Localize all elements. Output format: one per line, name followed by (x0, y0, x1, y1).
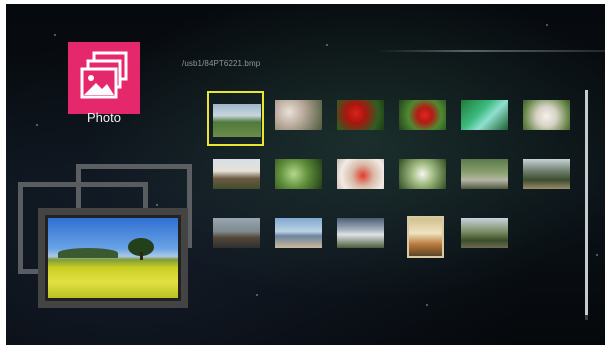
preview-image (48, 218, 178, 298)
photo-thumbnail[interactable] (395, 212, 450, 258)
photo-thumbnail[interactable] (519, 153, 574, 194)
photo-thumbnail[interactable] (333, 94, 388, 135)
thumbnail-image-red-strawberries (337, 100, 384, 130)
thumbnail-image-forest-path (461, 159, 508, 189)
background-star (326, 44, 328, 46)
thumbnail-image-cloudy-landscape (337, 218, 384, 248)
photo-thumbnail[interactable] (395, 153, 450, 194)
preview-hill (58, 248, 118, 258)
thumbnail-image-leafy-branch (275, 159, 322, 189)
photo-thumbnail[interactable] (333, 212, 388, 253)
background-star (36, 124, 38, 126)
photo-browser-screen: Photo /usb1/84PT6221.bmp (6, 4, 605, 345)
background-star (596, 254, 598, 256)
selected-photo-preview (18, 158, 192, 308)
scrollbar-track[interactable] (585, 90, 588, 320)
preview-tree-trunk (140, 252, 143, 260)
thumbnail-image-old-house (213, 159, 260, 189)
header-divider (376, 50, 605, 52)
photo-thumbnail[interactable] (209, 212, 264, 253)
photo-thumbnail[interactable] (209, 153, 264, 194)
thumbnail-image-white-flowers (523, 100, 570, 130)
photo-thumbnail[interactable] (395, 94, 450, 135)
background-star (54, 34, 56, 36)
photo-thumbnail[interactable] (333, 153, 388, 194)
photo-thumbnail[interactable] (457, 212, 512, 253)
photo-gallery-icon[interactable] (68, 42, 140, 114)
stacked-photos-glyph (80, 51, 128, 99)
file-path: /usb1/84PT6221.bmp (182, 59, 261, 68)
background-star (426, 304, 428, 306)
thumbnail-image-strawberry-plant (399, 100, 446, 130)
background-star (546, 24, 548, 26)
thumbnail-image-park-lawn (213, 104, 261, 137)
thumbnail-image-tree-avenue (523, 159, 570, 189)
photo-thumbnail[interactable] (457, 153, 512, 194)
background-star (256, 294, 258, 296)
thumbnail-image-strawberry-hand (337, 159, 384, 189)
thumbnail-grid (207, 91, 579, 258)
app-title: Photo (87, 110, 121, 125)
photo-thumbnail[interactable] (207, 91, 264, 146)
photo-thumbnail[interactable] (457, 94, 512, 135)
thumbnail-image-interior-room (407, 216, 444, 258)
thumbnail-image-white-lily (399, 159, 446, 189)
photo-thumbnail[interactable] (271, 153, 326, 194)
thumbnail-image-train-station (213, 218, 260, 248)
scrollbar-thumb[interactable] (585, 90, 588, 315)
photo-thumbnail[interactable] (519, 94, 574, 135)
photo-thumbnail[interactable] (271, 94, 326, 135)
thumbnail-image-blossom-tree (275, 100, 322, 130)
photo-thumbnail[interactable] (271, 212, 326, 253)
preview-frame-front (38, 208, 188, 308)
thumbnail-image-beach-shore (275, 218, 322, 248)
thumbnail-image-tall-trees (461, 218, 508, 248)
thumbnail-image-garden-stream (461, 100, 508, 130)
